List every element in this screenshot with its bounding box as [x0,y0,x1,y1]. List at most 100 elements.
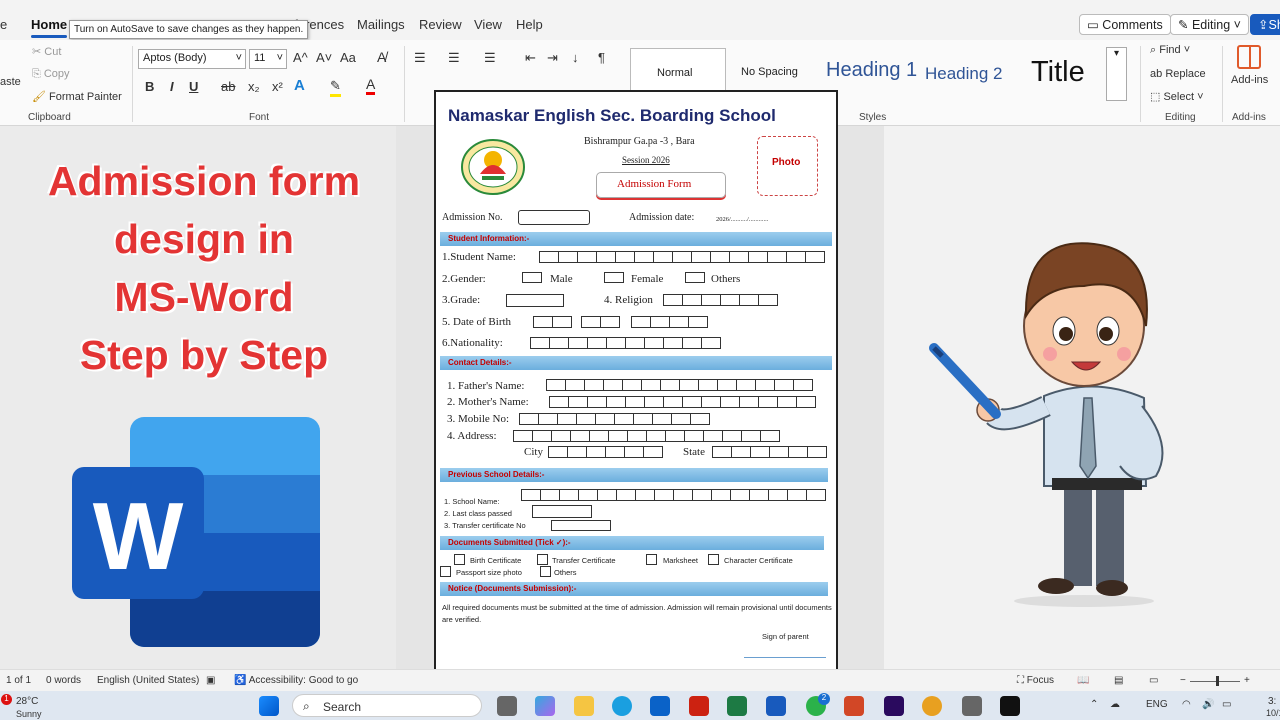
chrome-icon[interactable] [922,696,942,716]
mcafee-icon[interactable] [689,696,709,716]
text-effects-icon[interactable]: A [294,77,305,94]
passport-photo-checkbox[interactable] [440,566,451,577]
grade-field[interactable] [506,294,564,307]
page-count[interactable]: 1 of 1 [6,675,31,686]
find-button[interactable]: ⌕ Find ˅ [1150,44,1190,57]
paste-button[interactable]: aste [0,76,21,88]
comments-button[interactable]: ▭ Comments [1079,14,1171,35]
word-taskbar-icon[interactable] [766,696,786,716]
wifi-icon[interactable]: ◠ [1182,699,1191,710]
macro-icon[interactable]: ▣ [206,675,215,686]
zoom-slider[interactable] [1190,681,1240,682]
tab-home[interactable]: Home [31,17,68,38]
clock-time[interactable]: 3: [1268,696,1276,707]
bullets-icon[interactable]: ☰ [414,50,426,66]
zoom-out-button[interactable]: − [1180,675,1186,686]
highlight-icon[interactable]: ✎ [330,78,341,97]
tab-view[interactable]: View [474,17,502,32]
select-button[interactable]: ⬚ Select ˅ [1150,90,1204,103]
transfer-cert-field[interactable] [551,520,611,531]
increase-indent-icon[interactable]: ⇥ [547,50,558,66]
dob-year-boxes[interactable] [631,316,708,328]
font-name-select[interactable]: Aptos (Body) ˅ [138,49,246,69]
birth-cert-checkbox[interactable] [454,554,465,565]
style-heading-2[interactable]: Heading 2 [925,64,1003,84]
snipping-icon[interactable] [962,696,982,716]
edge-icon[interactable] [612,696,632,716]
female-checkbox[interactable] [604,272,624,283]
dob-month-boxes[interactable] [581,316,620,328]
subscript-button[interactable]: x₂ [248,79,260,94]
photo-box[interactable]: Photo [757,136,818,196]
tab-review[interactable]: Review [419,17,462,32]
tab-mailings[interactable]: Mailings [357,17,405,32]
editing-mode-button[interactable]: ✎ Editing ˅ [1170,14,1249,35]
accessibility-status[interactable]: ♿ Accessibility: Good to go [234,675,358,686]
copilot-icon[interactable] [535,696,555,716]
others-doc-checkbox[interactable] [540,566,551,577]
style-title[interactable]: Title [1031,56,1085,89]
battery-icon[interactable]: ▭ [1222,699,1231,710]
word-count[interactable]: 0 words [46,675,81,686]
zoom-slider-thumb[interactable] [1216,676,1219,686]
font-size-select[interactable]: 11 ˅ [249,49,287,69]
father-name-boxes[interactable] [546,379,813,391]
weather-temp[interactable]: 28°C [16,696,38,707]
transfer-cert-checkbox[interactable] [537,554,548,565]
change-case-button[interactable]: Aa [340,50,356,65]
style-heading-1[interactable]: Heading 1 [826,59,917,82]
last-class-field[interactable] [532,505,592,518]
excel-icon[interactable] [727,696,747,716]
file-explorer-icon[interactable] [574,696,594,716]
chevron-up-icon[interactable]: ⌃ [1090,699,1098,710]
language-status[interactable]: English (United States) [97,675,199,686]
addins-button[interactable]: Add-ins [1231,74,1268,86]
premiere-icon[interactable] [884,696,904,716]
pilcrow-button[interactable]: ¶ [598,50,605,65]
numbering-icon[interactable]: ☰ [448,50,460,66]
religion-boxes[interactable] [663,294,778,306]
city-boxes[interactable] [548,446,663,458]
document-page[interactable]: Namaskar English Sec. Boarding School Bi… [434,90,838,678]
share-button[interactable]: ⇪Sh [1250,14,1280,35]
strikethrough-button[interactable]: ab [221,79,235,94]
marksheet-checkbox[interactable] [646,554,657,565]
onedrive-icon[interactable]: ☁ [1110,699,1120,710]
cut-button[interactable]: ✂ Cut [32,45,61,58]
clear-format-icon[interactable]: A̸ [377,49,386,65]
nationality-boxes[interactable] [530,337,721,349]
address-boxes[interactable] [513,430,780,442]
language-indicator[interactable]: ENG [1146,699,1168,710]
task-view-icon[interactable] [497,696,517,716]
tab-help[interactable]: Help [516,17,543,32]
windows-start-icon[interactable] [259,696,279,716]
bold-button[interactable]: B [145,79,154,94]
italic-button[interactable]: I [170,79,174,94]
volume-icon[interactable]: 🔊 [1202,699,1214,710]
format-painter-button[interactable]: 🖌 Format Painter [32,90,122,103]
sort-icon[interactable]: ↓ [572,50,579,65]
capcut-icon[interactable] [1000,696,1020,716]
multilevel-list-icon[interactable]: ☰ [484,50,496,66]
tab-file[interactable]: e [0,17,7,32]
copy-button[interactable]: ⎘ Copy [32,68,70,81]
school-name-boxes[interactable] [521,489,826,501]
taskbar-search[interactable]: ⌕ Search [292,694,482,717]
mother-name-boxes[interactable] [549,396,816,408]
shrink-font-button[interactable]: A˅ [316,50,332,65]
admission-no-field[interactable] [518,210,590,225]
zoom-in-button[interactable]: + [1244,675,1250,686]
style-no-spacing[interactable]: No Spacing [741,66,798,78]
weather-condition[interactable]: Sunny [16,709,42,719]
read-mode-icon[interactable]: 📖 [1077,675,1089,686]
decrease-indent-icon[interactable]: ⇤ [525,50,536,66]
print-layout-icon[interactable]: ▤ [1114,675,1123,686]
mobile-boxes[interactable] [519,413,710,425]
grow-font-button[interactable]: A^ [293,50,308,65]
superscript-button[interactable]: x² [272,79,283,94]
clock-date[interactable]: 10/1 [1266,708,1280,718]
font-color-icon[interactable]: A [366,76,376,95]
addins-icon[interactable] [1237,45,1261,69]
character-cert-checkbox[interactable] [708,554,719,565]
powerpoint-icon[interactable] [844,696,864,716]
